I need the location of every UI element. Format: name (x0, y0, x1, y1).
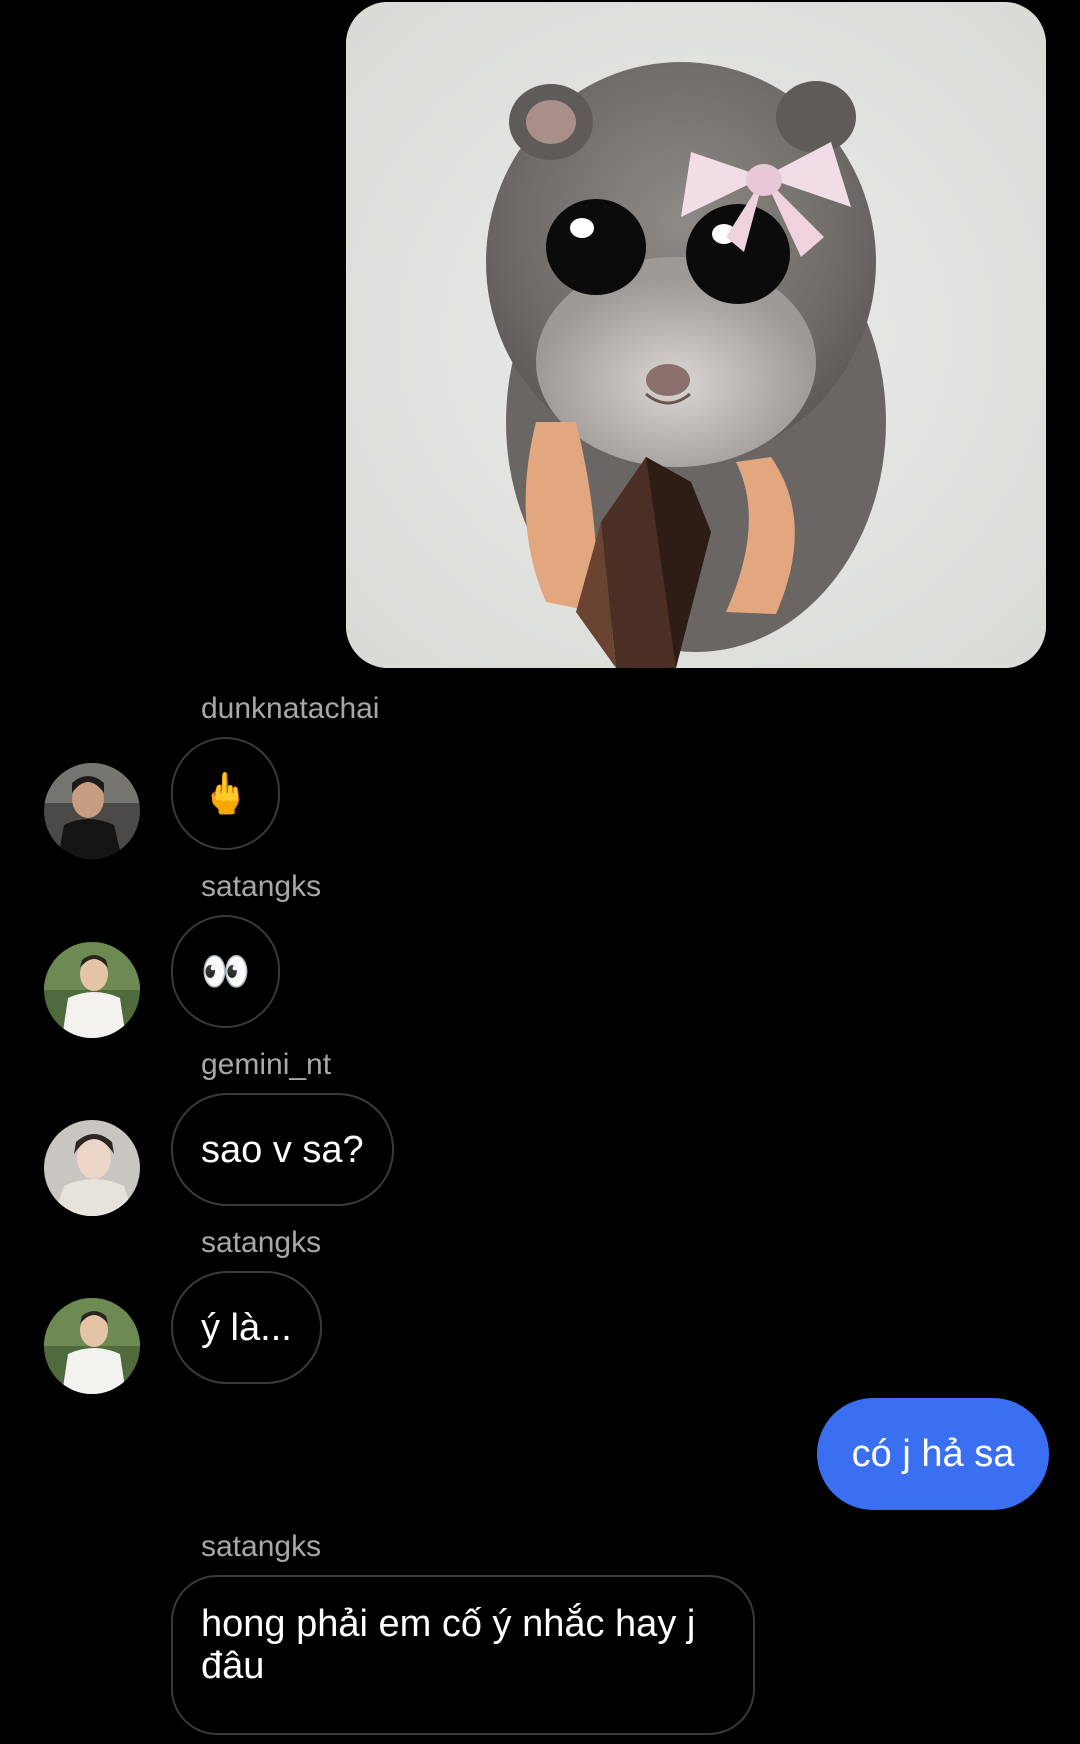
avatar[interactable] (44, 763, 140, 859)
message-text: ý là... (201, 1306, 292, 1349)
outgoing-message-bubble[interactable]: có j hả sa (817, 1398, 1049, 1510)
avatar[interactable] (44, 1298, 140, 1394)
message-bubble[interactable]: sao v sa? (171, 1093, 394, 1206)
avatar[interactable] (44, 942, 140, 1038)
sender-name: satangks (201, 1530, 322, 1563)
sender-name: satangks (201, 1226, 322, 1259)
message-bubble[interactable]: hong phải em cố ý nhắc hay j đâu (171, 1575, 755, 1735)
message-bubble[interactable]: 👀 (171, 915, 280, 1028)
message-text: 🖕 (200, 771, 251, 816)
message-bubble[interactable]: 🖕 (171, 737, 280, 850)
avatar[interactable] (44, 1120, 140, 1216)
message-text: sao v sa? (201, 1128, 364, 1171)
shared-image[interactable] (346, 2, 1046, 668)
sender-name: satangks (201, 870, 322, 903)
message-text: hong phải em cố ý nhắc hay j đâu (201, 1603, 696, 1687)
message-text: có j hả sa (851, 1432, 1015, 1475)
sender-name: gemini_nt (201, 1048, 332, 1081)
message-bubble[interactable]: ý là... (171, 1271, 322, 1384)
message-text: 👀 (200, 949, 251, 994)
sender-name: dunknatachai (201, 692, 380, 725)
